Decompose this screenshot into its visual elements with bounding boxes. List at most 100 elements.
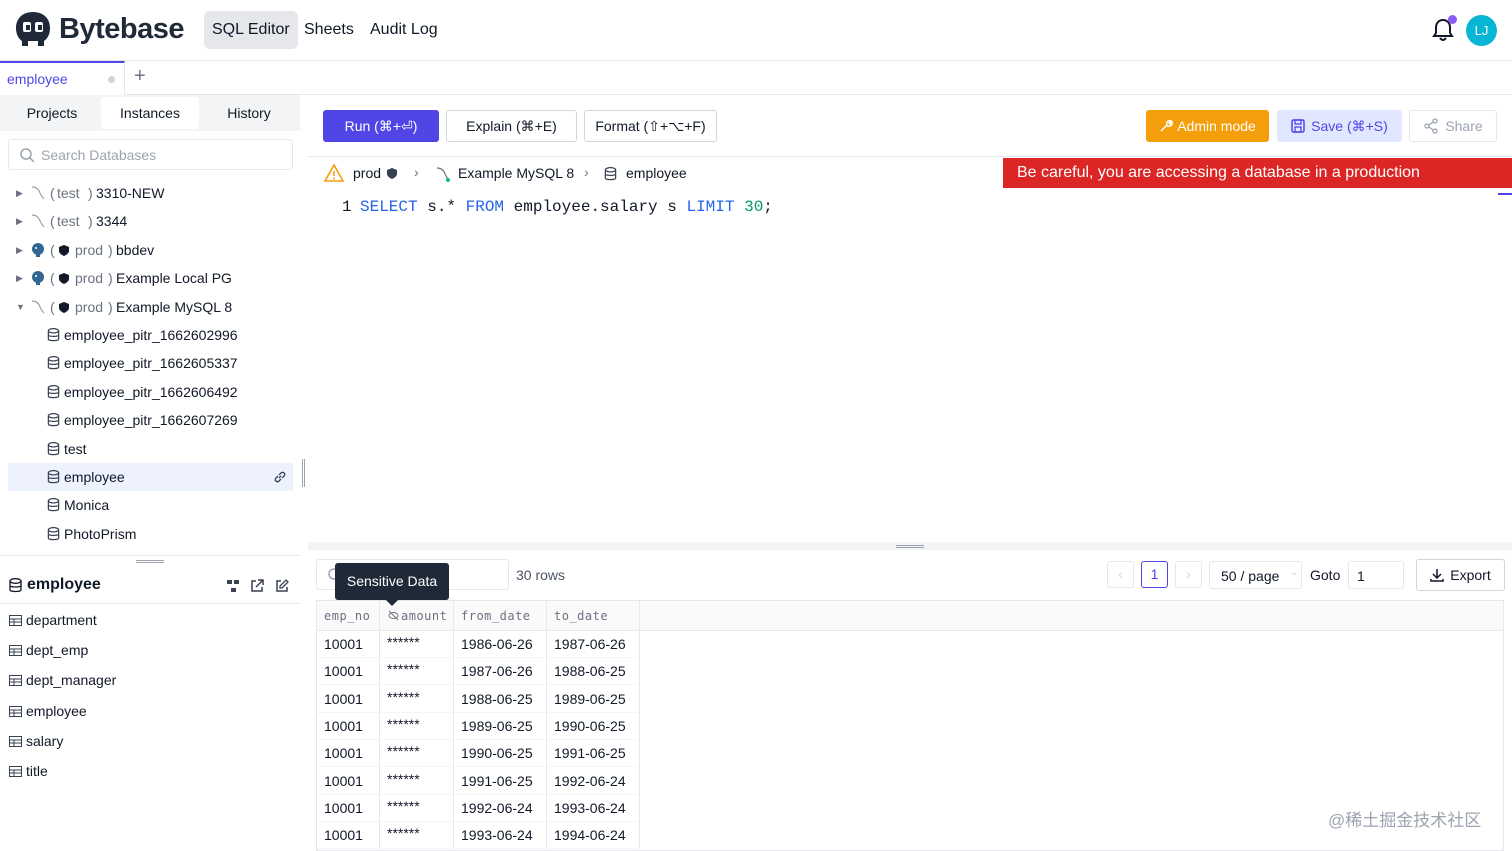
- production-warning-banner: Be careful, you are accessing a database…: [1003, 158, 1512, 211]
- table-cell[interactable]: 1989-06-25: [461, 713, 533, 740]
- table-cell[interactable]: 1990-06-25: [461, 740, 533, 767]
- table-cell[interactable]: 1987-06-26: [554, 631, 626, 658]
- caret-right-icon[interactable]: ▶: [16, 179, 23, 207]
- paren-close: ): [108, 270, 113, 287]
- save-button[interactable]: Save (⌘+S): [1277, 110, 1402, 142]
- table-cell[interactable]: ******: [387, 656, 420, 683]
- notification-bell-icon[interactable]: [1432, 15, 1457, 45]
- horizontal-resize-handle[interactable]: [136, 560, 164, 563]
- table-cell[interactable]: 1992-06-24: [554, 768, 626, 795]
- table-cell[interactable]: 10001: [324, 686, 363, 713]
- link-icon[interactable]: [273, 470, 287, 484]
- add-tab-button[interactable]: +: [134, 65, 146, 88]
- table-item[interactable]: dept_emp: [8, 639, 293, 661]
- column-header[interactable]: from_date: [461, 601, 531, 631]
- column-header-label: to_date: [554, 609, 609, 623]
- table-cell[interactable]: 10001: [324, 631, 363, 658]
- table-cell[interactable]: 10001: [324, 795, 363, 822]
- tree-instance[interactable]: ▼ (prod) Example MySQL 8: [8, 293, 293, 321]
- table-cell[interactable]: 1988-06-25: [554, 658, 626, 685]
- sql-editor[interactable]: 1 SELECT s.* FROM employee.salary s LIMI…: [308, 190, 1512, 542]
- nav-sheets[interactable]: Sheets: [296, 11, 362, 49]
- schema-diagram-icon[interactable]: [226, 579, 240, 593]
- table-cell[interactable]: ******: [387, 738, 420, 765]
- caret-right-icon[interactable]: ▶: [16, 236, 23, 264]
- table-cell[interactable]: ******: [387, 711, 420, 738]
- tree-instance[interactable]: ▶ (test) 3310-NEW: [8, 179, 293, 207]
- tree-instance[interactable]: ▶ (prod) bbdev: [8, 236, 293, 264]
- column-header[interactable]: to_date: [554, 601, 608, 631]
- table-cell[interactable]: 10001: [324, 658, 363, 685]
- table-item[interactable]: employee: [8, 700, 293, 722]
- explain-button[interactable]: Explain (⌘+E): [446, 110, 577, 142]
- table-name: salary: [26, 732, 64, 749]
- tab-instances[interactable]: Instances: [101, 97, 199, 129]
- table-cell[interactable]: 10001: [324, 768, 363, 795]
- table-item[interactable]: title: [8, 760, 293, 782]
- table-cell[interactable]: 10001: [324, 822, 363, 849]
- open-external-icon[interactable]: [250, 579, 264, 593]
- table-cell[interactable]: 1989-06-25: [554, 686, 626, 713]
- run-button[interactable]: Run (⌘+⏎): [323, 110, 439, 142]
- table-cell[interactable]: 10001: [324, 713, 363, 740]
- table-item[interactable]: dept_manager: [8, 669, 293, 691]
- tab-projects[interactable]: Projects: [4, 97, 100, 129]
- table-cell[interactable]: ******: [387, 629, 420, 656]
- export-button[interactable]: Export: [1416, 559, 1505, 591]
- vertical-resize-handle[interactable]: [302, 459, 305, 487]
- nav-sql-editor[interactable]: SQL Editor: [204, 11, 298, 49]
- tree-database-employee-pitr-1662606492[interactable]: employee_pitr_1662606492: [8, 378, 293, 406]
- table-item[interactable]: department: [8, 609, 293, 631]
- table-cell[interactable]: ******: [387, 820, 420, 847]
- table-cell[interactable]: ******: [387, 684, 420, 711]
- tree-instance[interactable]: ▶ (prod) Example Local PG: [8, 264, 293, 292]
- tree-database-test[interactable]: test: [8, 435, 293, 463]
- table-icon: [9, 645, 22, 657]
- table-cell[interactable]: 1990-06-25: [554, 713, 626, 740]
- nav-audit-log[interactable]: Audit Log: [362, 11, 446, 49]
- caret-right-icon[interactable]: ▶: [16, 264, 23, 292]
- code-token-id: employee.salary s: [504, 198, 687, 216]
- table-cell[interactable]: 1993-06-24: [554, 795, 626, 822]
- format-button[interactable]: Format (⇧+⌥+F): [584, 110, 717, 142]
- tree-instance[interactable]: ▶ (test) 3344: [8, 207, 293, 235]
- admin-mode-button[interactable]: Admin mode: [1146, 110, 1269, 142]
- table-cell[interactable]: 1987-06-26: [461, 658, 533, 685]
- table-item[interactable]: salary: [8, 730, 293, 752]
- table-cell[interactable]: 1992-06-24: [461, 795, 533, 822]
- table-cell[interactable]: 1988-06-25: [461, 686, 533, 713]
- goto-input[interactable]: 1: [1348, 561, 1404, 589]
- caret-down-icon[interactable]: ▼: [16, 293, 25, 321]
- tree-database-monica[interactable]: Monica: [8, 491, 293, 519]
- tree-database-employee-pitr-1662602996[interactable]: employee_pitr_1662602996: [8, 321, 293, 349]
- table-cell[interactable]: 1986-06-26: [461, 631, 533, 658]
- brand-logo[interactable]: Bytebase: [14, 11, 184, 47]
- save-button-label: Save (⌘+S): [1311, 118, 1388, 134]
- table-cell[interactable]: 1991-06-25: [461, 768, 533, 795]
- tree-database-employee-pitr-1662607269[interactable]: employee_pitr_1662607269: [8, 406, 293, 434]
- share-button[interactable]: Share: [1409, 110, 1497, 142]
- editor-tab-employee[interactable]: employee: [0, 61, 125, 95]
- tree-database-employee-pitr-1662605337[interactable]: employee_pitr_1662605337: [8, 349, 293, 377]
- table-cell[interactable]: 1991-06-25: [554, 740, 626, 767]
- tree-database-employee[interactable]: employee: [8, 463, 293, 491]
- table-cell[interactable]: ******: [387, 793, 420, 820]
- table-cell[interactable]: 1994-06-24: [554, 822, 626, 849]
- column-header[interactable]: emp_no: [324, 601, 370, 631]
- page-1-button[interactable]: 1: [1141, 561, 1168, 588]
- table-cell[interactable]: ******: [387, 766, 420, 793]
- tree-database-photoprism[interactable]: PhotoPrism: [8, 520, 293, 548]
- prev-page-button[interactable]: ‹: [1107, 561, 1134, 588]
- editor-resize-handle[interactable]: [896, 545, 924, 548]
- search-databases-input[interactable]: Search Databases: [8, 139, 293, 170]
- edit-icon[interactable]: [275, 579, 289, 593]
- table-cell[interactable]: 1993-06-24: [461, 822, 533, 849]
- caret-right-icon[interactable]: ▶: [16, 207, 23, 235]
- tab-history[interactable]: History: [200, 97, 298, 129]
- next-page-button[interactable]: ›: [1175, 561, 1202, 588]
- column-header-label: emp_no: [324, 609, 371, 623]
- table-cell[interactable]: 10001: [324, 740, 363, 767]
- tree-instance-name: bbdev: [116, 241, 155, 258]
- page-size-select[interactable]: 50 / page ⌄: [1209, 561, 1302, 589]
- user-avatar[interactable]: LJ: [1466, 15, 1497, 46]
